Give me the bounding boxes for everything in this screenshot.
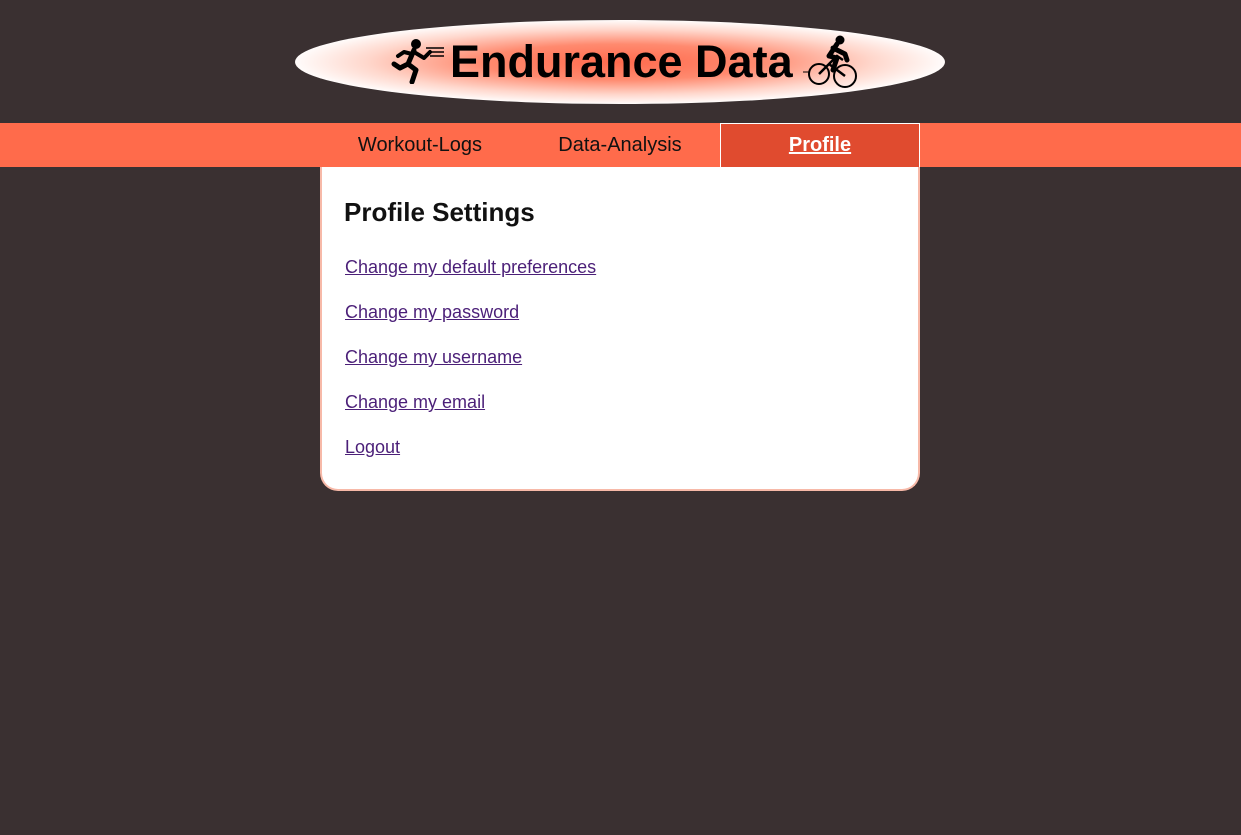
tab-workout-logs[interactable]: Workout-Logs bbox=[320, 123, 520, 167]
change-username-link[interactable]: Change my username bbox=[345, 347, 522, 368]
change-email-link[interactable]: Change my email bbox=[345, 392, 485, 413]
tab-data-analysis[interactable]: Data-Analysis bbox=[520, 123, 720, 167]
main-nav: Workout-Logs Data-Analysis Profile bbox=[0, 123, 1241, 167]
cyclist-icon bbox=[803, 35, 857, 88]
brand-title: Endurance Data bbox=[450, 36, 793, 87]
site-header: Endurance Data bbox=[0, 0, 1241, 123]
tab-profile[interactable]: Profile bbox=[720, 123, 920, 167]
page-title: Profile Settings bbox=[344, 197, 535, 227]
runner-icon bbox=[391, 39, 444, 84]
change-password-link[interactable]: Change my password bbox=[345, 302, 519, 323]
change-preferences-link[interactable]: Change my default preferences bbox=[345, 257, 596, 278]
logout-link[interactable]: Logout bbox=[345, 437, 400, 458]
profile-settings-panel: Profile Settings Change my default prefe… bbox=[320, 167, 920, 491]
